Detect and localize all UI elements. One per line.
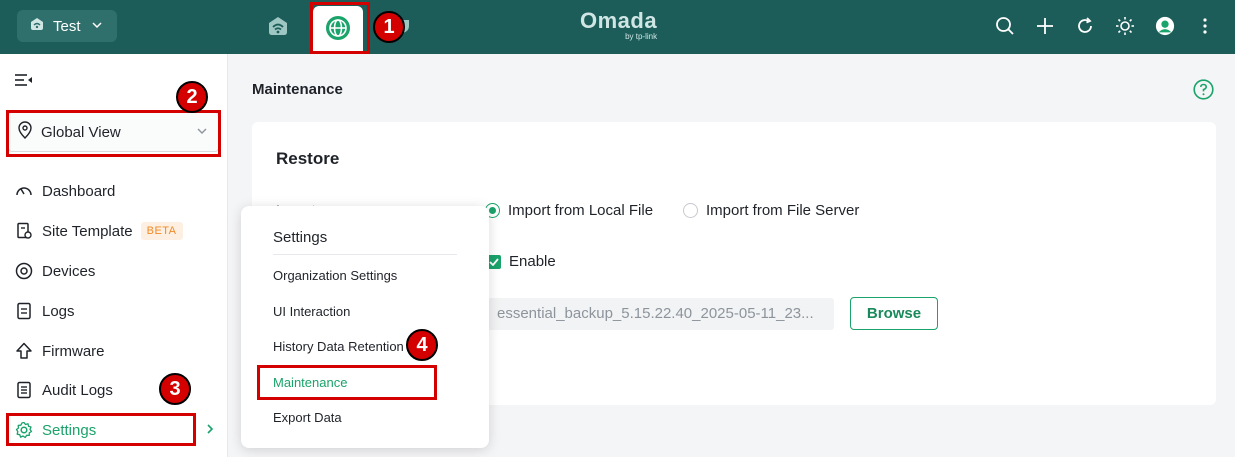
scope-selector[interactable]: Global View: [8, 112, 219, 152]
tab-site-view[interactable]: [253, 6, 303, 50]
tab-global-view[interactable]: [313, 6, 363, 54]
chevron-down-icon: [91, 18, 103, 35]
scope-label: Global View: [41, 123, 121, 141]
sidebar-item-audit-logs[interactable]: Audit Logs: [14, 378, 113, 402]
site-selector[interactable]: Test: [17, 10, 117, 42]
sidebar-item-label: Settings: [42, 421, 97, 439]
menu-item-organization-settings[interactable]: Organization Settings: [273, 268, 397, 283]
radio-label: Import from Local File: [508, 202, 654, 219]
step-marker-4: 4: [406, 329, 438, 361]
sidebar-item-dashboard[interactable]: Dashboard: [14, 179, 115, 203]
step-marker-2: 2: [176, 81, 208, 113]
menu-item-maintenance[interactable]: Maintenance: [273, 375, 347, 390]
checkbox-checked-icon: [487, 254, 501, 269]
step-marker-3: 3: [159, 373, 191, 405]
top-actions: [995, 14, 1215, 38]
menu-item-export-data[interactable]: Export Data: [273, 410, 342, 425]
backup-file-field[interactable]: essential_backup_5.15.22.40_2025-05-11_2…: [488, 298, 834, 330]
site-template-icon: [14, 221, 34, 241]
beta-badge: BETA: [140, 222, 183, 240]
card-title: Restore: [276, 149, 340, 168]
radio-import-file-server[interactable]: Import from File Server: [683, 202, 859, 219]
help-icon[interactable]: [1193, 79, 1214, 105]
location-pin-icon: [17, 121, 33, 143]
sidebar-item-firmware[interactable]: Firmware: [14, 339, 105, 363]
chevron-down-icon: [196, 124, 208, 141]
refresh-icon[interactable]: [1075, 14, 1095, 38]
menu-collapse-icon[interactable]: [14, 72, 34, 93]
globe-icon: [325, 15, 351, 46]
logs-icon: [14, 301, 34, 321]
sidebar-item-label: Devices: [42, 262, 96, 280]
radio-label: Import from File Server: [706, 202, 860, 219]
menu-item-history-data-retention[interactable]: History Data Retention: [273, 339, 404, 354]
radio-import-local-file[interactable]: Import from Local File: [485, 202, 653, 219]
site-name: Test: [53, 17, 81, 35]
sun-icon[interactable]: [1115, 14, 1135, 38]
devices-icon: [14, 261, 34, 281]
sidebar-item-logs[interactable]: Logs: [14, 299, 75, 323]
enable-checkbox[interactable]: Enable: [487, 253, 556, 270]
wifi-home-icon: [266, 14, 290, 43]
menu-item-ui-interaction[interactable]: UI Interaction: [273, 304, 350, 319]
sidebar: Global View Dashboard Site Template BETA…: [0, 54, 228, 457]
settings-submenu: Settings Organization Settings UI Intera…: [241, 206, 489, 448]
sidebar-item-settings[interactable]: Settings: [14, 418, 96, 442]
firmware-icon: [14, 341, 34, 361]
radio-unselected-icon: [683, 203, 698, 218]
enable-label: Enable: [509, 253, 556, 270]
sidebar-item-label: Site Template: [42, 222, 133, 240]
sidebar-item-label: Firmware: [42, 342, 105, 360]
sidebar-item-label: Audit Logs: [42, 381, 113, 399]
sidebar-item-label: Logs: [42, 302, 75, 320]
gear-icon: [14, 420, 34, 440]
audit-logs-icon: [14, 380, 34, 400]
step-marker-1: 1: [373, 11, 405, 43]
site-wifi-icon: [29, 16, 45, 36]
avatar-icon[interactable]: [1155, 14, 1175, 38]
logo-brand: Omada: [580, 8, 658, 33]
more-icon[interactable]: [1195, 14, 1215, 38]
sidebar-item-site-template[interactable]: Site Template BETA: [14, 219, 183, 243]
omada-logo: Omada by tp-link: [580, 8, 657, 41]
chevron-right-icon: [206, 422, 214, 437]
dashboard-icon: [14, 181, 34, 201]
search-icon[interactable]: [995, 14, 1015, 38]
plus-icon[interactable]: [1035, 14, 1055, 38]
submenu-title: Settings: [273, 229, 328, 246]
sidebar-item-devices[interactable]: Devices: [14, 259, 95, 283]
submenu-divider: [273, 254, 457, 255]
browse-button[interactable]: Browse: [850, 297, 938, 330]
sidebar-item-label: Dashboard: [42, 182, 116, 200]
top-bar: Test Omada by tp-link: [0, 0, 1235, 54]
page-title: Maintenance: [252, 81, 343, 98]
